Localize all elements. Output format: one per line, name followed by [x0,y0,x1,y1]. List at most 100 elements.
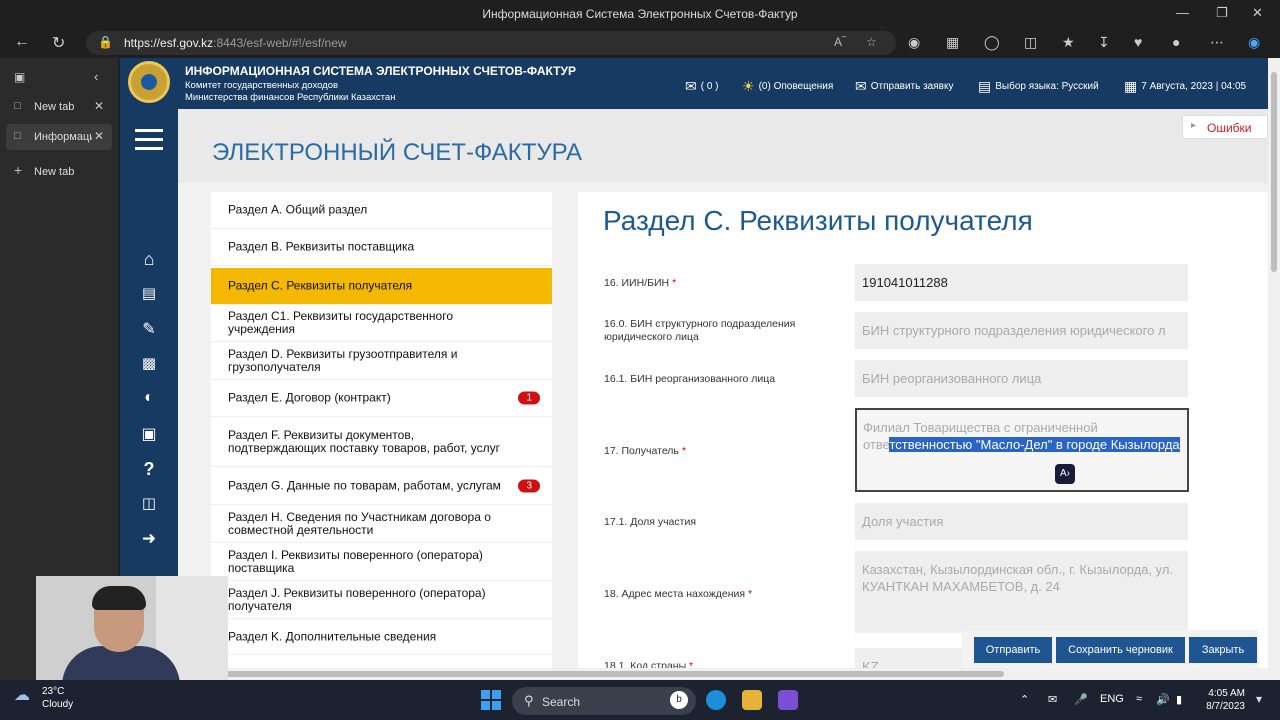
section-item-i[interactable]: Раздел I. Реквизиты поверенного (операто… [211,543,552,581]
mail-count: ( 0 ) [700,81,719,92]
mail-link[interactable]: ✉( 0 ) [685,78,719,95]
close-tab-icon[interactable]: ✕ [94,129,104,143]
chevron-up-icon[interactable]: ⌃ [1020,693,1029,706]
downloads-icon[interactable]: ↧ [1098,34,1110,51]
structural-bin-input[interactable]: БИН структурного подразделения юридическ… [855,312,1188,349]
notification-bell-icon[interactable]: ▾ [1256,692,1262,706]
help-icon[interactable]: ? [136,459,162,480]
section-item-d[interactable]: Раздел D. Реквизиты грузоотправителя и г… [211,342,552,380]
restore-icon[interactable]: ❐ [1216,5,1228,21]
section-label: Раздел A. Общий раздел [228,202,368,217]
site-header: ИНФОРМАЦИОННАЯ СИСТЕМА ЭЛЕКТРОННЫХ СЧЕТО… [120,58,1268,109]
hamburger-menu-icon[interactable] [135,129,163,151]
wifi-icon[interactable]: ≈ [1136,693,1142,705]
send-button[interactable]: Отправить [974,637,1052,663]
address-textarea[interactable]: Казахстан, Кызылординская обл., г. Кызыл… [855,551,1188,633]
collapse-tabs-icon[interactable]: ‹ [94,69,98,84]
translate-icon[interactable]: A› [1055,464,1075,484]
edit-icon[interactable]: ✎ [136,319,162,339]
url-bar[interactable]: 🔒 https://esf.gov.kz:8443/esf-web/#!/esf… [86,31,896,55]
page-icon: □ [14,100,21,112]
scroll-thumb[interactable] [124,671,1004,677]
reorganized-bin-input[interactable]: БИН реорганизованного лица [855,360,1188,397]
recipient-textarea[interactable]: Филиал Товарищества с ограниченной ответ… [855,408,1189,492]
section-item-b[interactable]: Раздел B. Реквизиты поставщика [211,229,552,266]
temperature: 23°C [42,686,65,697]
read-aloud-icon[interactable]: A‾ [834,35,846,49]
notifications-link[interactable]: ☀ (0) Оповещения [742,78,833,95]
monitor-icon[interactable]: ▤ [136,284,162,302]
iin-bin-input[interactable]: 191041011288 [855,264,1188,301]
tab-actions-icon[interactable]: ▣ [14,70,25,84]
home-icon[interactable]: ⌂ [136,249,162,270]
system-clock[interactable]: 4:05 AM 8/7/2023 [1195,687,1245,713]
microphone-icon[interactable]: 🎤 [1074,693,1088,706]
copilot-icon[interactable]: ◉ [1248,34,1260,51]
chart-icon[interactable]: ▩ [136,354,162,372]
section-item-a[interactable]: Раздел A. Общий раздел [211,192,552,229]
avatar[interactable]: ● [1172,34,1180,50]
section-label: Раздел G. Данные по товарам, работам, ус… [228,478,501,492]
errors-button[interactable]: ▸ Ошибки [1182,115,1268,139]
performance-icon[interactable]: ♥ [1134,34,1142,50]
file-explorer-icon[interactable] [742,690,762,710]
field-label-address: 18. Адрес места нахождения * [604,588,753,600]
back-icon[interactable]: ← [14,33,30,51]
field-label-recipient: 17. Получатель * [604,445,686,457]
horizontal-scrollbar[interactable] [120,668,1268,680]
section-item-c[interactable]: Раздел C. Реквизиты получателя [211,268,552,305]
section-heading: Раздел C. Реквизиты получателя [603,205,1033,236]
section-item-h[interactable]: Раздел H. Сведения по Участникам договор… [211,505,552,543]
language-indicator[interactable]: ENG [1100,693,1124,705]
clipchamp-icon[interactable] [778,690,798,710]
close-tab-icon[interactable]: ✕ [94,99,104,113]
field-label-share: 17.1. Доля участия [604,516,697,528]
profile-icon[interactable]: ◉ [908,34,920,51]
recipient-form: Раздел C. Реквизиты получателя 16. ИИН/Б… [578,192,1268,680]
scroll-thumb[interactable] [1271,72,1277,272]
volume-icon[interactable]: 🔊 [1156,693,1170,706]
briefcase-icon[interactable]: ◫ [136,494,162,512]
new-tab-button[interactable]: + New tab [6,159,112,185]
edge-icon[interactable] [706,690,726,710]
section-item-c1[interactable]: Раздел C1. Реквизиты государственного уч… [211,305,552,342]
section-item-g[interactable]: Раздел G. Данные по товарам, работам, ус… [211,467,552,505]
refresh-icon[interactable]: ↻ [52,33,65,53]
logout-icon[interactable]: ➜ [136,529,162,549]
split-screen-icon[interactable]: ◫ [1024,34,1037,51]
close-button[interactable]: Закрыть [1189,637,1257,663]
section-item-f[interactable]: Раздел F. Реквизиты документов, подтверж… [211,417,552,467]
plus-icon: + [14,162,23,178]
section-label: Раздел I. Реквизиты поверенного (операто… [228,547,483,575]
section-label: Раздел E. Договор (контракт) [228,390,391,405]
favorite-star-icon[interactable]: ☆ [866,35,877,49]
dashboard-icon[interactable]: ◐ [136,389,162,407]
section-item-k[interactable]: Раздел K. Дополнительные сведения [211,619,552,655]
clock-time: 4:05 AM [1208,688,1245,699]
minimize-icon[interactable]: — [1176,5,1189,20]
browser-essentials-icon[interactable]: ◯ [984,34,1000,51]
save-draft-button[interactable]: Сохранить черновик [1056,637,1185,663]
section-label: Раздел B. Реквизиты поставщика [228,239,415,254]
book-icon[interactable]: ▣ [136,424,162,444]
close-window-icon[interactable]: ✕ [1252,5,1263,21]
mail-tray-icon[interactable]: ✉ [1048,693,1057,706]
battery-icon[interactable]: ▮ [1176,693,1182,706]
section-item-j[interactable]: Раздел J. Реквизиты поверенного (операто… [211,581,552,619]
section-item-e[interactable]: Раздел E. Договор (контракт) 1 [211,380,552,417]
vertical-scrollbar[interactable] [1268,58,1280,680]
page-title-bar: ЭЛЕКТРОННЫЙ СЧЕТ-ФАКТУРА [178,109,1268,183]
tab-new-tab[interactable]: □ New tab ✕ [6,94,112,120]
envelope-icon: ✉ [855,78,867,94]
more-menu-icon[interactable]: ⋯ [1210,34,1224,51]
favorites-icon[interactable]: ★ [1062,34,1075,51]
address-toolbar: ← ↻ 🔒 https://esf.gov.kz:8443/esf-web/#!… [0,28,1280,58]
extension-icon[interactable]: ▦ [946,34,959,51]
language-select[interactable]: ▤ Выбор языка: Русский [978,78,1099,95]
share-input[interactable]: Доля участия [855,503,1188,540]
taskbar-search[interactable]: ⚲ Search b [512,687,696,715]
bing-icon: b [670,691,688,709]
start-button[interactable] [481,690,501,710]
send-request-link[interactable]: ✉ Отправить заявку [855,78,953,95]
tab-esf[interactable]: □ Информационная ✕ [6,124,112,150]
